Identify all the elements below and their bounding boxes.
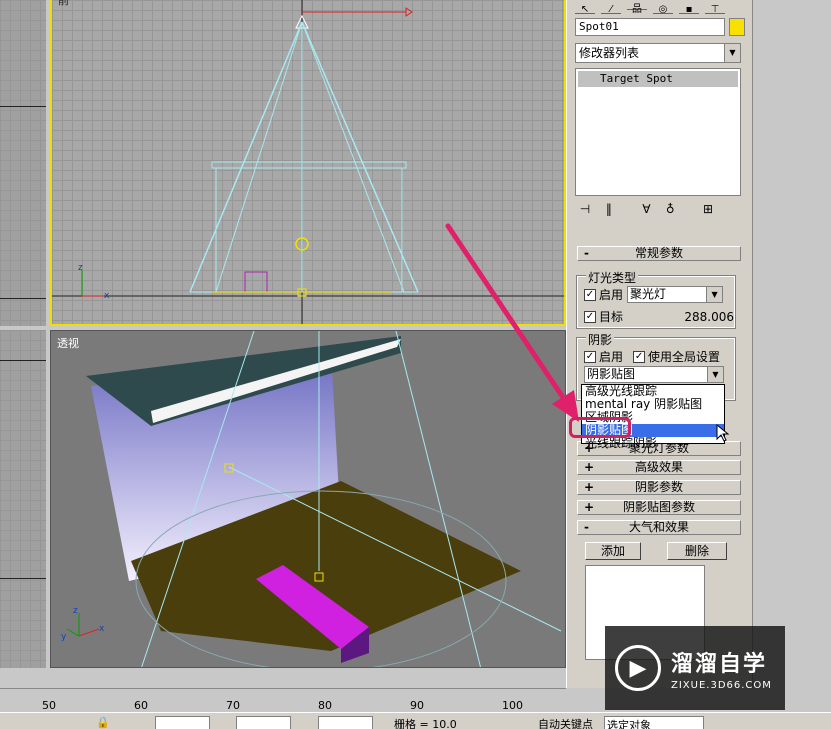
rollout-atmospheres-effects[interactable]: - 大气和效果 [577, 520, 741, 535]
target-distance: 288.006 [684, 309, 734, 324]
tick-label: 50 [42, 699, 56, 712]
lock-icon[interactable]: 🔒 [96, 716, 110, 729]
tick-label: 80 [318, 699, 332, 712]
shadow-on-checkbox[interactable]: ✓ [584, 350, 596, 363]
timeline-ruler[interactable]: 50 60 70 80 90 100 [0, 688, 566, 712]
light-on-checkbox[interactable]: ✓ [584, 288, 596, 301]
tick-label: 90 [410, 699, 424, 712]
modifier-stack[interactable]: Target Spot [575, 68, 741, 196]
utilities-tab-icon[interactable]: ⊤ [705, 4, 725, 15]
motion-tab-icon[interactable]: ◎ [653, 4, 673, 15]
tick-label: 100 [502, 699, 523, 712]
rollout-general-params[interactable]: - 常规参数 [577, 246, 741, 261]
max-window: 前 z x 透视 z x y ↖ ⁄ 品 ◎ ▪ ⊤ Spot01 修改器列表 … [0, 0, 831, 729]
selection-set-dropdown[interactable]: 选定对象 [604, 716, 704, 729]
use-global-checkbox[interactable]: ✓ [633, 350, 646, 363]
chevron-down-icon: ▼ [706, 287, 723, 302]
light-type-group: 灯光类型 ✓ 启用 聚光灯 ▼ ✓ 目标 288.006 [576, 269, 736, 329]
rollout-shadow-params[interactable]: + 阴影参数 [577, 480, 741, 495]
perspective-viewport[interactable]: 透视 z x y [50, 330, 566, 668]
auto-key-button[interactable]: 自动关键点 [538, 716, 593, 729]
modifier-list-dropdown[interactable]: 修改器列表 ▼ [575, 43, 741, 63]
object-name-field[interactable]: Spot01 [575, 18, 725, 36]
left-viewport-top[interactable] [0, 0, 46, 326]
target-checkbox[interactable]: ✓ [584, 310, 596, 323]
shadow-type-dropdown[interactable]: 阴影贴图 ▼ [584, 366, 724, 383]
play-logo-icon: ▶ [615, 645, 661, 691]
perspective-scene: z x y [61, 331, 562, 667]
status-bar: 🔒 栅格 = 10.0 自动关键点 选定对象 [0, 712, 831, 729]
front-light-wireframe: z x [52, 0, 564, 324]
watermark-title: 溜溜自学 [671, 651, 768, 677]
mouse-cursor-icon [716, 424, 730, 442]
command-panel: ↖ ⁄ 品 ◎ ▪ ⊤ Spot01 修改器列表 ▼ Target Spot ⊣ ‖ ∀ … [566, 0, 752, 688]
modifier-list-label: 修改器列表 [579, 46, 640, 60]
panel-scroll-area[interactable] [752, 0, 831, 688]
svg-text:z: z [78, 263, 83, 273]
configure-sets-icon[interactable]: ⊞ [698, 202, 718, 216]
show-end-result-icon[interactable]: ‖ [599, 202, 619, 216]
create-tab-icon[interactable]: ↖ [575, 4, 595, 15]
svg-text:y: y [61, 632, 67, 642]
left-viewport-bottom[interactable] [0, 330, 46, 668]
svg-text:x: x [99, 624, 105, 634]
light-type-dropdown[interactable]: 聚光灯 ▼ [627, 286, 724, 303]
tick-label: 60 [134, 699, 148, 712]
command-panel-tabs: ↖ ⁄ 品 ◎ ▪ ⊤ [575, 0, 745, 15]
make-unique-icon[interactable]: ∀ [636, 202, 656, 216]
svg-text:x: x [104, 291, 110, 301]
svg-text:z: z [73, 606, 78, 616]
delete-button[interactable]: 删除 [667, 542, 727, 560]
x-coord-field[interactable] [155, 716, 210, 729]
rollout-shadow-map-params[interactable]: + 阴影贴图参数 [577, 500, 741, 515]
annotation-highlight [569, 417, 631, 438]
chevron-down-icon: ▼ [724, 44, 740, 62]
object-color-swatch[interactable] [729, 18, 745, 36]
z-coord-field[interactable] [318, 716, 373, 729]
remove-modifier-icon[interactable]: ♁ [660, 202, 680, 216]
front-viewport[interactable]: 前 z x [50, 0, 566, 326]
y-coord-field[interactable] [236, 716, 291, 729]
grid-status: 栅格 = 10.0 [394, 718, 457, 729]
chevron-down-icon: ▼ [707, 367, 723, 382]
watermark: ▶ 溜溜自学 ZIXUE.3D66.COM [605, 626, 785, 710]
add-button[interactable]: 添加 [585, 542, 641, 560]
pin-stack-icon[interactable]: ⊣ [575, 202, 595, 216]
display-tab-icon[interactable]: ▪ [679, 4, 699, 15]
stack-toolbar: ⊣ ‖ ∀ ♁ ⊞ [575, 202, 745, 220]
rollout-advanced-effects[interactable]: + 高级效果 [577, 460, 741, 475]
popup-option-raytrace-shadows[interactable]: 光线跟踪阴影 [582, 437, 724, 450]
hierarchy-tab-icon[interactable]: 品 [627, 0, 647, 15]
popup-option-mr-shadow-map[interactable]: mental ray 阴影贴图 [582, 398, 724, 411]
watermark-url: ZIXUE.3D66.COM [671, 679, 772, 691]
tick-label: 70 [226, 699, 240, 712]
modify-tab-icon[interactable]: ⁄ [601, 4, 621, 15]
stack-item-target-spot[interactable]: Target Spot [578, 71, 738, 87]
popup-option-adv-raytrace[interactable]: 高级光线跟踪 [582, 385, 724, 398]
